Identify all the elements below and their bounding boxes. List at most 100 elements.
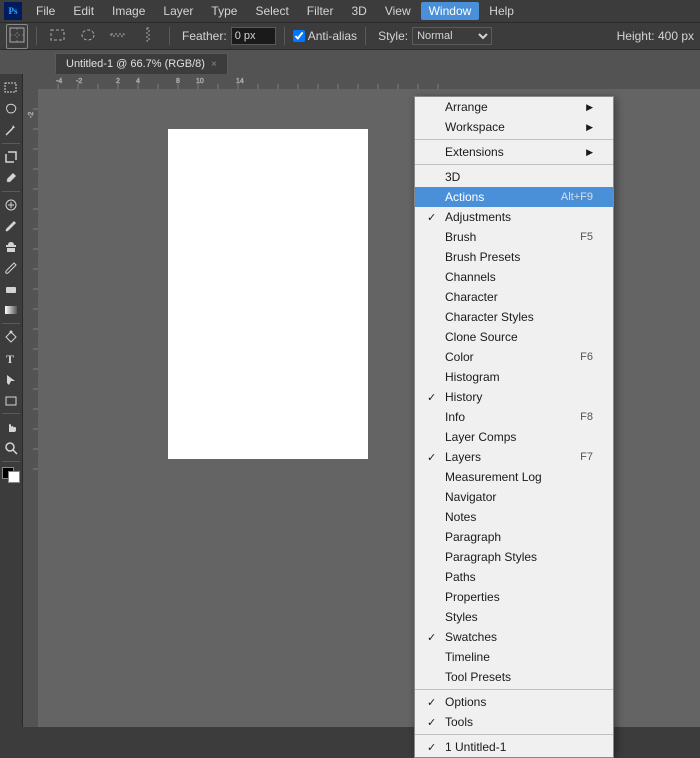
tool-zoom[interactable]	[1, 438, 21, 458]
style-select[interactable]: Normal	[412, 27, 492, 45]
tool-gradient[interactable]	[1, 300, 21, 320]
menu-view[interactable]: View	[377, 2, 419, 20]
tool-wand[interactable]	[1, 120, 21, 140]
tool-sep-3	[2, 323, 20, 324]
feather-input[interactable]	[231, 27, 276, 45]
tab-title: Untitled-1 @ 66.7% (RGB/8)	[66, 58, 205, 70]
menu-item-layers[interactable]: LayersF7	[415, 447, 613, 467]
toolbar-sep-3	[284, 27, 285, 45]
menu-separator-34	[415, 734, 613, 735]
menu-item-timeline[interactable]: Timeline	[415, 647, 613, 667]
menu-item-tools[interactable]: Tools	[415, 712, 613, 732]
background-color[interactable]	[8, 471, 20, 483]
menu-item-actions[interactable]: ActionsAlt+F9	[415, 187, 613, 207]
left-toolbar: T	[0, 74, 23, 727]
tool-mode-btn-1[interactable]	[6, 24, 28, 49]
tool-path-select[interactable]	[1, 369, 21, 389]
menu-item-label: Character Styles	[445, 310, 534, 324]
menu-item-clone-source[interactable]: Clone Source	[415, 327, 613, 347]
menu-item-brush[interactable]: BrushF5	[415, 227, 613, 247]
document-canvas	[168, 129, 368, 459]
tool-sep-5	[2, 461, 20, 462]
svg-text:-4: -4	[56, 78, 62, 85]
menu-item-paragraph[interactable]: Paragraph	[415, 527, 613, 547]
menu-item-shortcut: F7	[580, 451, 593, 463]
svg-text:2: 2	[116, 78, 120, 85]
tool-crop[interactable]	[1, 147, 21, 167]
menu-3d[interactable]: 3D	[343, 2, 374, 20]
tool-stamp[interactable]	[1, 237, 21, 257]
menu-select[interactable]: Select	[247, 2, 296, 20]
menu-item-styles[interactable]: Styles	[415, 607, 613, 627]
menu-item-info[interactable]: InfoF8	[415, 407, 613, 427]
tool-sep-4	[2, 413, 20, 414]
marquee-row[interactable]	[105, 24, 131, 49]
tool-shape[interactable]	[1, 390, 21, 410]
menu-item-character[interactable]: Character	[415, 287, 613, 307]
menu-type[interactable]: Type	[203, 2, 245, 20]
ruler-corner	[23, 74, 38, 89]
menu-item-label: Color	[445, 350, 474, 364]
menu-item-label: Arrange	[445, 100, 488, 114]
tab-close-btn[interactable]: ×	[211, 59, 217, 70]
antialias-checkbox[interactable]	[293, 30, 305, 42]
menu-item-character-styles[interactable]: Character Styles	[415, 307, 613, 327]
menu-item-arrange[interactable]: Arrange	[415, 97, 613, 117]
tool-text[interactable]: T	[1, 348, 21, 368]
tool-brush[interactable]	[1, 216, 21, 236]
menubar: Ps File Edit Image Layer Type Select Fil…	[0, 0, 700, 22]
marquee-ellipse[interactable]	[75, 24, 101, 49]
menu-item-swatches[interactable]: Swatches	[415, 627, 613, 647]
menu-item-workspace[interactable]: Workspace	[415, 117, 613, 137]
menu-item-label: Extensions	[445, 145, 504, 159]
tool-eraser[interactable]	[1, 279, 21, 299]
menu-item-histogram[interactable]: Histogram	[415, 367, 613, 387]
menu-item-paths[interactable]: Paths	[415, 567, 613, 587]
menu-image[interactable]: Image	[104, 2, 153, 20]
menu-item-label: Channels	[445, 270, 496, 284]
menu-item-notes[interactable]: Notes	[415, 507, 613, 527]
menu-item-color[interactable]: Color F6	[415, 347, 613, 367]
svg-text:-2: -2	[28, 112, 35, 118]
menu-item-options[interactable]: Options	[415, 692, 613, 712]
menu-item-3d[interactable]: 3D	[415, 167, 613, 187]
svg-text:-2: -2	[76, 78, 82, 85]
menu-item-adjustments[interactable]: Adjustments	[415, 207, 613, 227]
toolbar-sep-2	[169, 27, 170, 45]
menu-item-shortcut: F6	[580, 351, 593, 363]
menu-item-channels[interactable]: Channels	[415, 267, 613, 287]
document-tab[interactable]: Untitled-1 @ 66.7% (RGB/8) ×	[55, 53, 228, 74]
marquee-rect[interactable]	[45, 24, 71, 49]
menu-item-extensions[interactable]: Extensions	[415, 142, 613, 162]
tool-hand[interactable]	[1, 417, 21, 437]
tool-lasso[interactable]	[1, 99, 21, 119]
menu-file[interactable]: File	[28, 2, 63, 20]
app-icon: Ps	[4, 2, 22, 20]
menu-item-label: Navigator	[445, 490, 496, 504]
menu-item-measurement-log[interactable]: Measurement Log	[415, 467, 613, 487]
menu-item-1-untitled-1[interactable]: 1 Untitled-1	[415, 737, 613, 757]
tool-eyedropper[interactable]	[1, 168, 21, 188]
menu-item-tool-presets[interactable]: Tool Presets	[415, 667, 613, 687]
menu-item-label: Timeline	[445, 650, 490, 664]
menu-item-label: Measurement Log	[445, 470, 542, 484]
menu-filter[interactable]: Filter	[299, 2, 342, 20]
menu-item-history[interactable]: History	[415, 387, 613, 407]
tool-heal[interactable]	[1, 195, 21, 215]
tool-pen[interactable]	[1, 327, 21, 347]
menu-item-navigator[interactable]: Navigator	[415, 487, 613, 507]
menu-window[interactable]: Window	[421, 2, 480, 20]
tool-history-brush[interactable]	[1, 258, 21, 278]
menu-item-layer-comps[interactable]: Layer Comps	[415, 427, 613, 447]
menu-item-brush-presets[interactable]: Brush Presets	[415, 247, 613, 267]
svg-text:8: 8	[176, 78, 180, 85]
menu-layer[interactable]: Layer	[155, 2, 201, 20]
menu-item-properties[interactable]: Properties	[415, 587, 613, 607]
marquee-col[interactable]	[135, 24, 161, 49]
menu-help[interactable]: Help	[481, 2, 522, 20]
color-swatches[interactable]	[2, 467, 20, 483]
menu-edit[interactable]: Edit	[65, 2, 102, 20]
tool-marquee[interactable]	[1, 78, 21, 98]
menu-item-paragraph-styles[interactable]: Paragraph Styles	[415, 547, 613, 567]
menu-item-label: Histogram	[445, 370, 500, 384]
